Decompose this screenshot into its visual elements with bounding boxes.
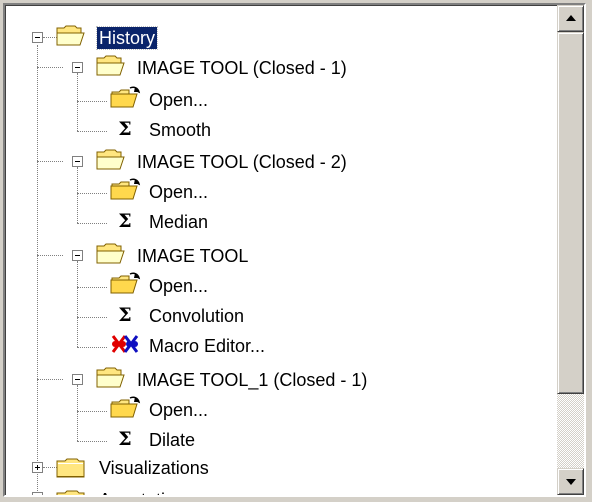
tree-node-label: Smooth <box>149 120 212 140</box>
sigma-icon: Σ <box>118 304 132 326</box>
expand-toggle[interactable] <box>32 492 43 495</box>
collapse-toggle[interactable] <box>72 62 83 73</box>
open-folder-icon <box>95 365 127 391</box>
collapse-toggle[interactable] <box>32 32 43 43</box>
tree-node-label: IMAGE TOOL (Closed - 1) <box>137 58 347 78</box>
folder-icon <box>55 455 87 481</box>
tree-node-label: Open... <box>149 182 209 202</box>
open-folder-icon <box>109 271 141 297</box>
sigma-icon: Σ <box>118 118 132 140</box>
tree-node-label: Median <box>149 212 209 232</box>
tree-node-action[interactable]: Open... <box>5 395 305 425</box>
expand-toggle[interactable] <box>32 462 43 473</box>
tree-node-group[interactable]: IMAGE TOOL <box>5 241 525 271</box>
sigma-icon: Σ <box>118 210 132 232</box>
tree-node-action[interactable]: Open... <box>5 85 305 115</box>
tree-node-history[interactable]: History <box>5 23 305 53</box>
tree-node-visualizations[interactable]: Visualizations <box>5 457 305 487</box>
macro-editor-icon <box>109 331 141 357</box>
scroll-up-button[interactable] <box>557 5 584 32</box>
open-folder-icon <box>95 53 127 79</box>
collapse-toggle[interactable] <box>72 156 83 167</box>
tree-node-action[interactable]: Σ Convolution <box>5 301 305 331</box>
tree-node-label: Visualizations <box>99 458 209 478</box>
tree-node-label: History <box>95 26 159 50</box>
open-folder-icon <box>109 85 141 111</box>
tree-node-action[interactable]: Σ Median <box>5 207 305 237</box>
open-folder-icon <box>95 147 127 173</box>
history-tree-panel: History IMAGE TOOL (Closed - 1) Open... … <box>3 3 586 497</box>
sigma-icon: Σ <box>118 428 132 450</box>
tree-node-label: Dilate <box>149 430 196 450</box>
vertical-scrollbar[interactable] <box>557 5 584 495</box>
arrow-down-icon <box>566 479 576 485</box>
tree-node-group[interactable]: IMAGE TOOL (Closed - 1) <box>5 53 525 83</box>
arrow-up-icon <box>566 15 576 21</box>
tree-node-label: Open... <box>149 400 209 420</box>
tree-node-label: Annotations <box>97 489 196 495</box>
tree-node-action[interactable]: Macro Editor... <box>5 331 305 361</box>
tree-node-label: Open... <box>149 90 209 110</box>
scroll-down-button[interactable] <box>557 468 584 495</box>
tree-node-label: IMAGE TOOL <box>137 246 249 266</box>
tree-node-action[interactable]: Σ Smooth <box>5 115 305 145</box>
collapse-toggle[interactable] <box>72 374 83 385</box>
tree-node-label: IMAGE TOOL_1 (Closed - 1) <box>137 370 368 390</box>
open-folder-icon <box>109 395 141 421</box>
tree-node-label: Convolution <box>149 306 245 326</box>
tree-node-label: Open... <box>149 276 209 296</box>
folder-icon <box>55 487 87 497</box>
tree-node-group[interactable]: IMAGE TOOL (Closed - 2) <box>5 147 525 177</box>
open-folder-icon <box>55 23 87 49</box>
open-folder-icon <box>109 177 141 203</box>
tree-node-action[interactable]: Open... <box>5 177 305 207</box>
tree-node-action[interactable]: Σ Dilate <box>5 425 305 455</box>
tree-node-action[interactable]: Open... <box>5 271 305 301</box>
collapse-toggle[interactable] <box>72 250 83 261</box>
scrollbar-thumb[interactable] <box>557 32 584 394</box>
tree-node-group[interactable]: IMAGE TOOL_1 (Closed - 1) <box>5 365 525 395</box>
tree-view[interactable]: History IMAGE TOOL (Closed - 1) Open... … <box>5 5 545 497</box>
tree-node-label: Macro Editor... <box>149 336 266 356</box>
tree-node-label: IMAGE TOOL (Closed - 2) <box>137 152 347 172</box>
open-folder-icon <box>95 241 127 267</box>
tree-node-annotations[interactable]: Annotations <box>5 485 305 497</box>
